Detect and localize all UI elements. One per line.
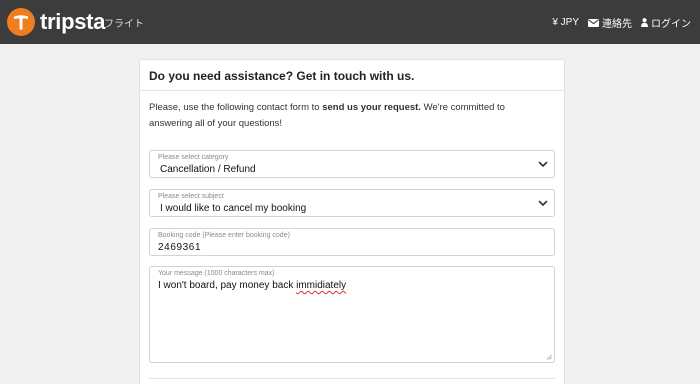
top-navigation-bar: tripsta フライト ¥ JPY 連絡先 ログイン: [0, 0, 700, 44]
booking-code-input[interactable]: Booking code (Please enter booking code)…: [149, 228, 555, 256]
currency-label: ¥ JPY: [552, 17, 579, 28]
form-divider: [149, 378, 555, 379]
resize-handle-icon[interactable]: [546, 354, 552, 360]
category-label: Please select category: [158, 154, 229, 161]
user-icon: [641, 18, 648, 27]
contact-form-card: Do you need assistance? Get in touch wit…: [139, 59, 565, 384]
currency-selector[interactable]: ¥ JPY: [552, 17, 579, 28]
card-title: Do you need assistance? Get in touch wit…: [140, 60, 564, 91]
brand-name: tripsta: [40, 9, 106, 34]
tripsta-logo[interactable]: tripsta: [7, 8, 105, 36]
intro-text-start: Please, use the following contact form t…: [149, 102, 323, 113]
subject-label: Please select subject: [158, 193, 224, 200]
contact-label: 連絡先: [602, 19, 632, 30]
login-label: ログイン: [651, 19, 691, 30]
message-textarea[interactable]: Your message (1000 characters max) I won…: [149, 266, 555, 363]
subject-value: I would like to cancel my booking: [160, 203, 307, 214]
booking-code-value: 2469361: [158, 242, 202, 253]
intro-text-bold: send us your request.: [322, 102, 421, 113]
nav-flight-link[interactable]: フライト: [104, 15, 144, 30]
contact-link[interactable]: 連絡先: [588, 15, 632, 30]
category-select[interactable]: Please select category Cancellation / Re…: [149, 150, 555, 178]
login-link[interactable]: ログイン: [641, 15, 691, 30]
intro-text: Please, use the following contact form t…: [149, 100, 549, 132]
envelope-icon: [588, 18, 599, 27]
chevron-down-icon: [538, 200, 548, 206]
tripsta-logo-icon: [7, 8, 35, 36]
message-label: Your message (1000 characters max): [158, 270, 275, 277]
misspelled-word: immidiately: [296, 280, 347, 291]
header-right-menu: ¥ JPY 連絡先 ログイン: [543, 15, 691, 30]
message-value: I won't board, pay money back immidiatel…: [158, 280, 346, 291]
category-value: Cancellation / Refund: [160, 164, 256, 175]
subject-select[interactable]: Please select subject I would like to ca…: [149, 189, 555, 217]
chevron-down-icon: [538, 161, 548, 167]
message-text: I won't board, pay money back: [158, 280, 297, 291]
booking-code-label: Booking code (Please enter booking code): [158, 232, 290, 239]
